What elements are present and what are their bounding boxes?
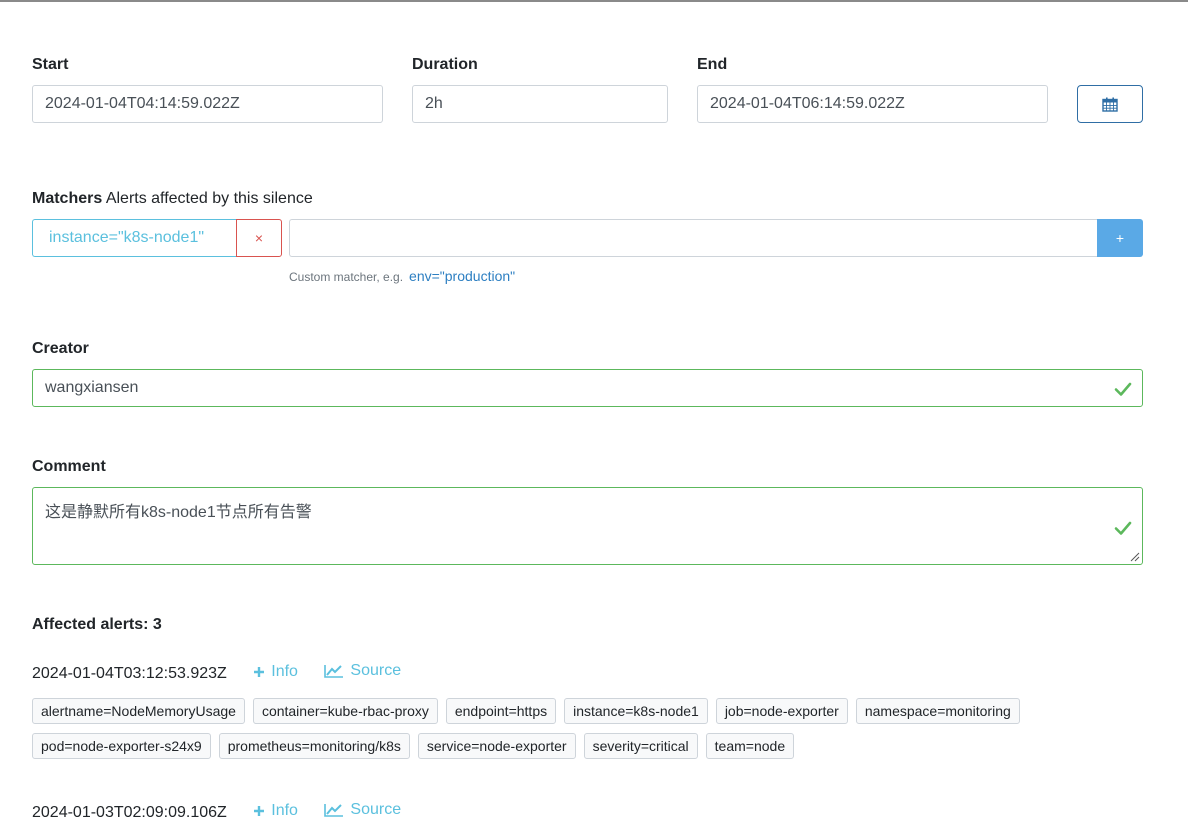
comment-textarea[interactable]: 这是静默所有k8s-node1节点所有告警: [32, 487, 1143, 565]
alert-label-tag: service=node-exporter: [417, 733, 576, 759]
matchers-label: Matchers: [32, 190, 103, 207]
alert-header: 2024-01-03T02:09:09.106Z Info Source: [32, 801, 401, 822]
creator-value: wangxiansen: [45, 379, 139, 396]
info-link-label: Info: [271, 663, 298, 680]
chart-line-icon: [324, 804, 344, 817]
alert-label-tag: team=node: [705, 733, 795, 759]
alert-label-tag: endpoint=https: [445, 698, 557, 724]
alert-label-tag: severity=critical: [583, 733, 698, 759]
comment-label: Comment: [32, 458, 106, 475]
custom-matcher-input[interactable]: [289, 219, 1097, 257]
matcher-hint-example: env="production": [409, 268, 516, 284]
alert-labels-row: pod=node-exporter-s24x9 prometheus=monit…: [32, 733, 795, 759]
alert-timestamp: 2024-01-04T03:12:53.923Z: [32, 665, 227, 682]
info-link-label: Info: [271, 802, 298, 819]
calendar-icon: [1102, 97, 1118, 112]
source-link[interactable]: Source: [324, 801, 401, 819]
end-input[interactable]: 2024-01-04T06:14:59.022Z: [697, 85, 1048, 123]
start-input[interactable]: 2024-01-04T04:14:59.022Z: [32, 85, 383, 123]
start-label: Start: [32, 56, 69, 73]
matchers-heading: Matchers Alerts affected by this silence: [32, 190, 313, 208]
calendar-button[interactable]: [1077, 85, 1143, 123]
alert-label-tag: namespace=monitoring: [855, 698, 1020, 724]
alert-header: 2024-01-04T03:12:53.923Z Info Source: [32, 662, 401, 683]
alert-label-tag: job=node-exporter: [715, 698, 848, 724]
creator-input[interactable]: wangxiansen: [32, 369, 1143, 407]
alert-label-tag: pod=node-exporter-s24x9: [32, 733, 211, 759]
info-link[interactable]: Info: [253, 802, 298, 820]
alert-label-tag: instance=k8s-node1: [564, 698, 708, 724]
add-matcher-button[interactable]: +: [1097, 219, 1143, 257]
alert-label-tag: prometheus=monitoring/k8s: [218, 733, 410, 759]
source-link[interactable]: Source: [324, 662, 401, 680]
resize-grip-icon[interactable]: [1130, 552, 1140, 562]
matcher-chip[interactable]: instance="k8s-node1": [32, 219, 236, 257]
remove-matcher-button[interactable]: ×: [236, 219, 282, 257]
affected-alerts-heading: Affected alerts: 3: [32, 616, 162, 633]
info-link[interactable]: Info: [253, 663, 298, 681]
duration-label: Duration: [412, 56, 478, 73]
check-icon: [1114, 382, 1132, 396]
chart-line-icon: [324, 665, 344, 678]
plus-icon: [254, 667, 265, 677]
alert-label-tag: alertname=NodeMemoryUsage: [32, 698, 245, 724]
duration-input[interactable]: 2h: [412, 85, 668, 123]
plus-icon: [254, 806, 265, 816]
creator-label: Creator: [32, 340, 89, 357]
alert-labels-row: alertname=NodeMemoryUsage container=kube…: [32, 698, 1020, 724]
comment-value: 这是静默所有k8s-node1节点所有告警: [45, 504, 312, 521]
source-link-label: Source: [350, 801, 402, 818]
alert-label-tag: container=kube-rbac-proxy: [252, 698, 438, 724]
matchers-description: Alerts affected by this silence: [105, 190, 313, 207]
end-label: End: [697, 56, 728, 73]
check-icon: [1114, 521, 1132, 535]
matcher-hint: Custom matcher, e.g. env="production": [289, 268, 515, 284]
alert-timestamp: 2024-01-03T02:09:09.106Z: [32, 804, 227, 821]
matcher-hint-text: Custom matcher, e.g.: [289, 270, 404, 284]
source-link-label: Source: [350, 662, 402, 679]
